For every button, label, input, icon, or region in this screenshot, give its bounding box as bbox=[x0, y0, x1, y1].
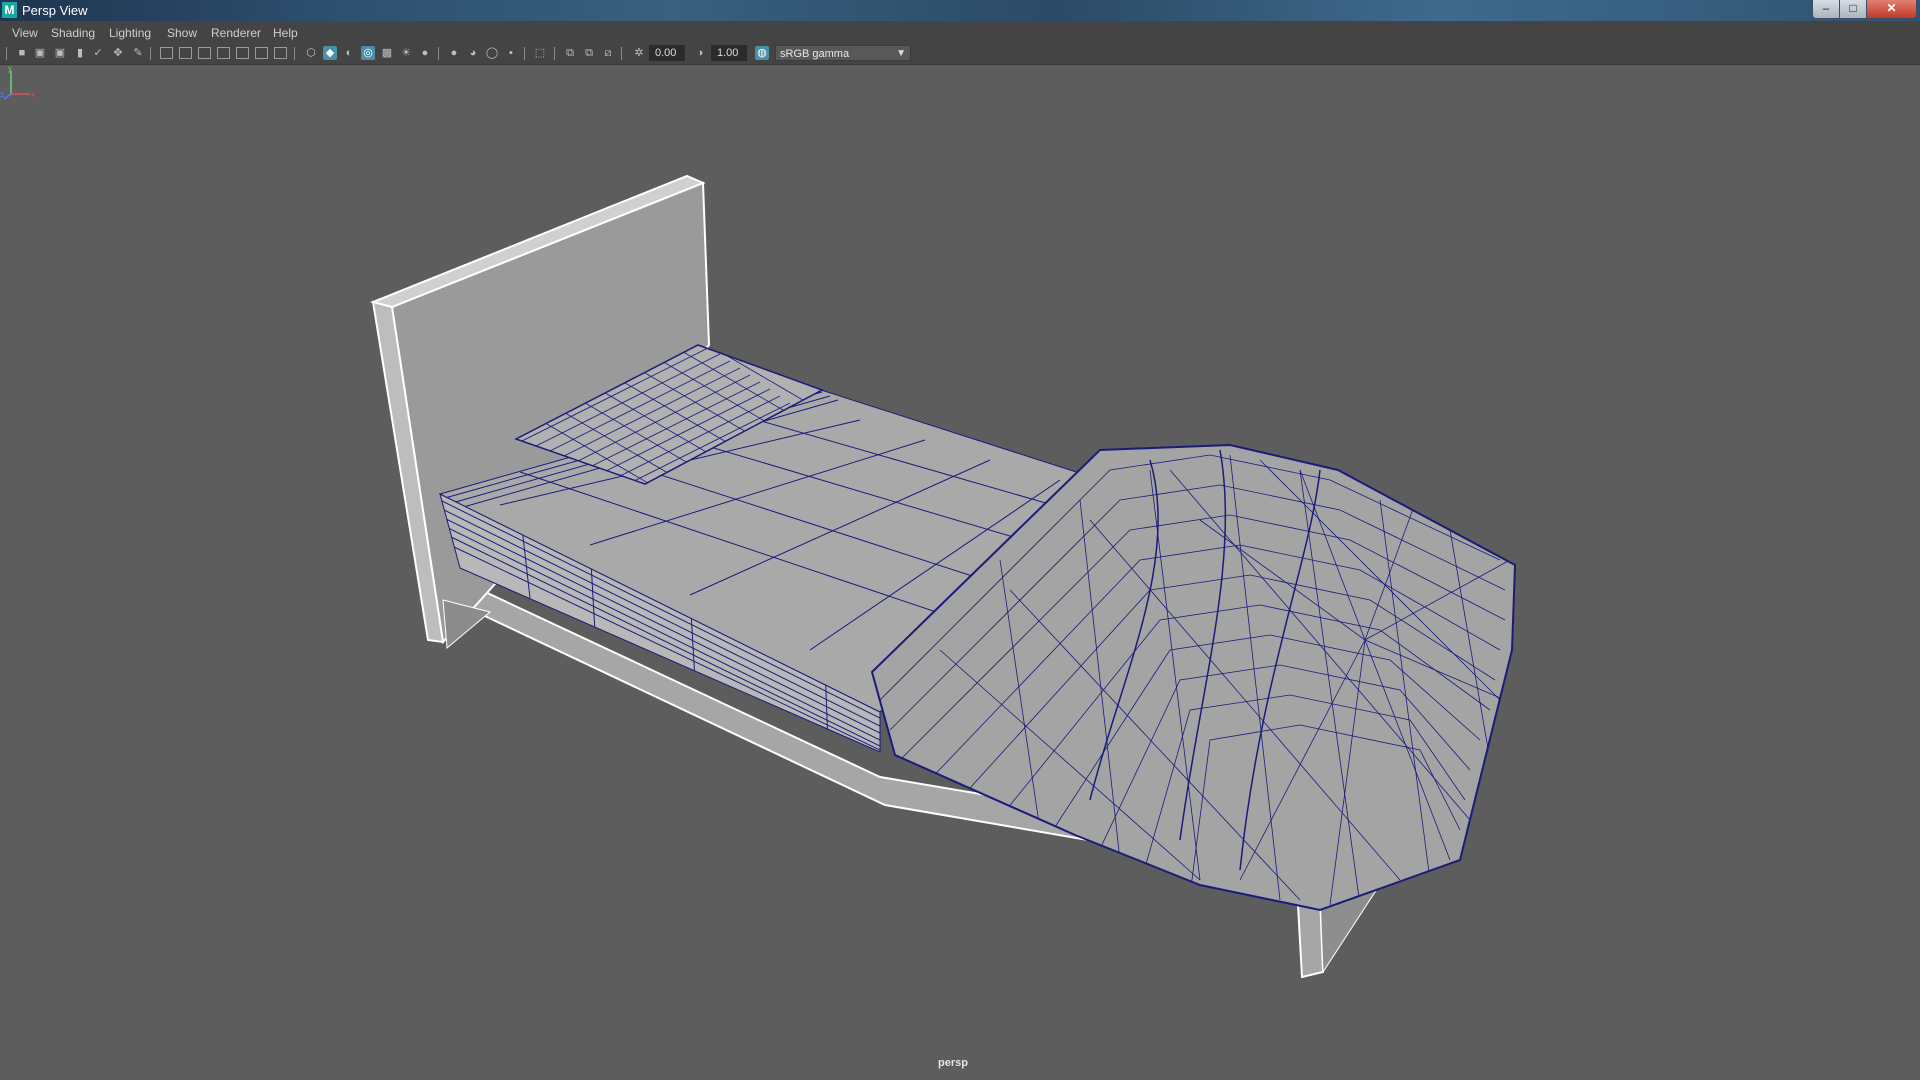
screen-space-ao-icon[interactable]: ● bbox=[447, 46, 461, 60]
bookmark-icon[interactable]: ▮ bbox=[73, 46, 87, 60]
gate-mask-icon[interactable] bbox=[217, 47, 230, 59]
motion-blur-icon[interactable]: ◕ bbox=[466, 46, 480, 60]
exposure-field[interactable]: 0.00 bbox=[649, 45, 685, 61]
resolution-gate-icon[interactable] bbox=[198, 47, 211, 59]
window-title: Persp View bbox=[22, 3, 88, 18]
y-axis-label: y bbox=[8, 64, 12, 73]
maya-app-icon: M bbox=[2, 2, 17, 18]
isolate-select-icon[interactable]: ⬚ bbox=[533, 46, 547, 60]
grease-pencil-icon[interactable]: ✎ bbox=[131, 46, 145, 60]
camera-lock-icon[interactable]: ▣ bbox=[33, 46, 47, 60]
toolbar-separator bbox=[6, 47, 7, 60]
x-axis-label: x bbox=[31, 90, 35, 99]
maximize-button[interactable]: □ bbox=[1839, 0, 1867, 19]
menu-shading[interactable]: Shading bbox=[51, 26, 95, 40]
xray-joints-icon[interactable]: ⧉ bbox=[563, 46, 577, 60]
axis-indicator: y x z bbox=[0, 64, 35, 100]
viewport-toolbar: ■ ▣ ▣ ▮ ✓ ✥ ✎ ⬡ ◆ ◐ ◎ ▩ ☀ ● ● ◕ ◯ ▪ ⬚ ⧉ … bbox=[0, 42, 1920, 65]
color-management-icon[interactable]: ◍ bbox=[755, 46, 769, 60]
depth-of-field-icon[interactable]: ▪ bbox=[504, 46, 518, 60]
camera-select-icon[interactable]: ■ bbox=[15, 46, 29, 60]
gamma-icon[interactable]: ◑ bbox=[693, 46, 707, 60]
color-space-dropdown[interactable]: sRGB gamma ▼ bbox=[775, 45, 911, 61]
menu-lighting[interactable]: Lighting bbox=[109, 26, 151, 40]
color-space-value: sRGB gamma bbox=[780, 48, 850, 60]
chevron-down-icon: ▼ bbox=[896, 48, 906, 59]
default-material-icon[interactable]: ◐ bbox=[342, 46, 356, 60]
backface-culling-icon[interactable]: ⧄ bbox=[601, 46, 615, 60]
camera-attributes-icon[interactable]: ▣ bbox=[53, 46, 67, 60]
use-all-lights-icon[interactable]: ☀ bbox=[399, 46, 413, 60]
menu-view[interactable]: View bbox=[12, 26, 38, 40]
title-bar: M Persp View – □ ✕ bbox=[0, 0, 1920, 21]
bed-model-render bbox=[369, 174, 1517, 979]
z-axis-line bbox=[3, 93, 12, 100]
shadows-icon[interactable]: ● bbox=[418, 46, 432, 60]
grid-icon[interactable] bbox=[160, 47, 173, 59]
image-plane-icon[interactable]: ✓ bbox=[91, 46, 105, 60]
toolbar-separator bbox=[554, 47, 555, 60]
wireframe-icon[interactable]: ⬡ bbox=[304, 46, 318, 60]
menu-show[interactable]: Show bbox=[167, 26, 197, 40]
safe-action-icon[interactable] bbox=[255, 47, 268, 59]
toolbar-separator bbox=[150, 47, 151, 60]
film-gate-icon[interactable] bbox=[179, 47, 192, 59]
z-axis-label: z bbox=[0, 90, 4, 99]
toolbar-separator bbox=[621, 47, 622, 60]
persp-viewport[interactable]: y x z bbox=[0, 64, 1920, 1080]
menu-bar: View Shading Lighting Show Renderer Help bbox=[0, 21, 1920, 42]
exposure-icon[interactable]: ✲ bbox=[632, 46, 646, 60]
two-d-pan-zoom-icon[interactable]: ✥ bbox=[111, 46, 125, 60]
safe-title-icon[interactable] bbox=[274, 47, 287, 59]
menu-help[interactable]: Help bbox=[273, 26, 298, 40]
xray-active-icon[interactable]: ⧉ bbox=[582, 46, 596, 60]
anti-aliasing-icon[interactable]: ◯ bbox=[485, 46, 499, 60]
minimize-button[interactable]: – bbox=[1812, 0, 1840, 19]
field-chart-icon[interactable] bbox=[236, 47, 249, 59]
toolbar-separator bbox=[524, 47, 525, 60]
wireframe-on-shaded-icon[interactable]: ◎ bbox=[361, 46, 375, 60]
menu-renderer[interactable]: Renderer bbox=[211, 26, 261, 40]
toolbar-separator bbox=[294, 47, 295, 60]
camera-name-label: persp bbox=[938, 1057, 968, 1069]
smooth-shade-icon[interactable]: ◆ bbox=[323, 46, 337, 60]
xray-icon[interactable]: ▩ bbox=[380, 46, 394, 60]
toolbar-separator bbox=[438, 47, 439, 60]
close-button[interactable]: ✕ bbox=[1866, 0, 1917, 19]
gamma-field[interactable]: 1.00 bbox=[711, 45, 747, 61]
